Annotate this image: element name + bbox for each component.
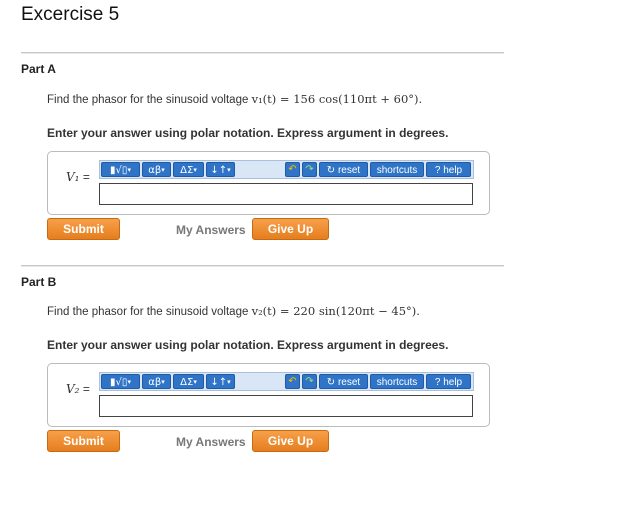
math-toolbar: ▮√▯▾ αβ▾ ΔΣ▾ ↓↑▾ ↶ ↷ ↻ reset shortcuts ?… <box>99 160 474 179</box>
chevron-down-icon: ▾ <box>193 378 197 386</box>
undo-icon[interactable]: ↶ <box>285 374 300 389</box>
part-b-answer-box: V₂ = ▮√▯▾ αβ▾ ΔΣ▾ ↓↑▾ ↶ ↷ ↻ reset shortc… <box>47 363 490 427</box>
part-a-answer-input[interactable] <box>99 183 473 205</box>
part-a-give-up-button[interactable]: Give Up <box>252 218 329 240</box>
part-a-instruction: Enter your answer using polar notation. … <box>47 126 449 140</box>
question-math: v₂(t) = 220 sin(120πt − 45°). <box>251 304 420 318</box>
chevron-down-icon: ▾ <box>161 378 165 386</box>
chevron-down-icon: ▾ <box>127 166 131 174</box>
chevron-down-icon: ▾ <box>127 378 131 386</box>
question-math: v₁(t) = 156 cos(110πt + 60°). <box>251 92 423 106</box>
symbols-menu-button[interactable]: ΔΣ▾ <box>173 162 204 177</box>
arrows-menu-button[interactable]: ↓↑▾ <box>206 374 235 389</box>
part-b-submit-button[interactable]: Submit <box>47 430 120 452</box>
part-a-title: Part A <box>21 62 56 76</box>
part-b-answer-input[interactable] <box>99 395 473 417</box>
greek-menu-button[interactable]: αβ▾ <box>142 162 171 177</box>
redo-icon[interactable]: ↷ <box>302 162 317 177</box>
chevron-down-icon: ▾ <box>227 166 231 174</box>
part-a-question: Find the phasor for the sinusoid voltage… <box>47 92 422 106</box>
part-a-my-answers-link[interactable]: My Answers <box>176 223 246 237</box>
divider <box>21 265 504 267</box>
chevron-down-icon: ▾ <box>227 378 231 386</box>
symbols-menu-button[interactable]: ΔΣ▾ <box>173 374 204 389</box>
help-button[interactable]: ? help <box>426 162 471 177</box>
reset-button[interactable]: ↻ reset <box>319 374 368 389</box>
part-b-give-up-button[interactable]: Give Up <box>252 430 329 452</box>
part-b-variable-label: V₂ = <box>66 382 90 396</box>
redo-icon[interactable]: ↷ <box>302 374 317 389</box>
shortcuts-button[interactable]: shortcuts <box>370 374 424 389</box>
templates-menu-button[interactable]: ▮√▯▾ <box>101 374 140 389</box>
divider <box>21 52 504 54</box>
part-b-instruction: Enter your answer using polar notation. … <box>47 338 449 352</box>
help-button[interactable]: ? help <box>426 374 471 389</box>
reset-button[interactable]: ↻ reset <box>319 162 368 177</box>
shortcuts-button[interactable]: shortcuts <box>370 162 424 177</box>
greek-menu-button[interactable]: αβ▾ <box>142 374 171 389</box>
chevron-down-icon: ▾ <box>161 166 165 174</box>
templates-menu-button[interactable]: ▮√▯▾ <box>101 162 140 177</box>
part-b-question: Find the phasor for the sinusoid voltage… <box>47 304 420 318</box>
undo-icon[interactable]: ↶ <box>285 162 300 177</box>
page-title: Excercise 5 <box>21 4 120 25</box>
part-b-title: Part B <box>21 275 57 289</box>
chevron-down-icon: ▾ <box>193 166 197 174</box>
question-text: Find the phasor for the sinusoid voltage <box>47 306 252 318</box>
part-b-my-answers-link[interactable]: My Answers <box>176 435 246 449</box>
question-text: Find the phasor for the sinusoid voltage <box>47 94 252 106</box>
arrows-menu-button[interactable]: ↓↑▾ <box>206 162 235 177</box>
part-a-variable-label: V₁ = <box>66 170 90 184</box>
math-toolbar: ▮√▯▾ αβ▾ ΔΣ▾ ↓↑▾ ↶ ↷ ↻ reset shortcuts ?… <box>99 372 474 391</box>
part-a-submit-button[interactable]: Submit <box>47 218 120 240</box>
part-a-answer-box: V₁ = ▮√▯▾ αβ▾ ΔΣ▾ ↓↑▾ ↶ ↷ ↻ reset shortc… <box>47 151 490 215</box>
